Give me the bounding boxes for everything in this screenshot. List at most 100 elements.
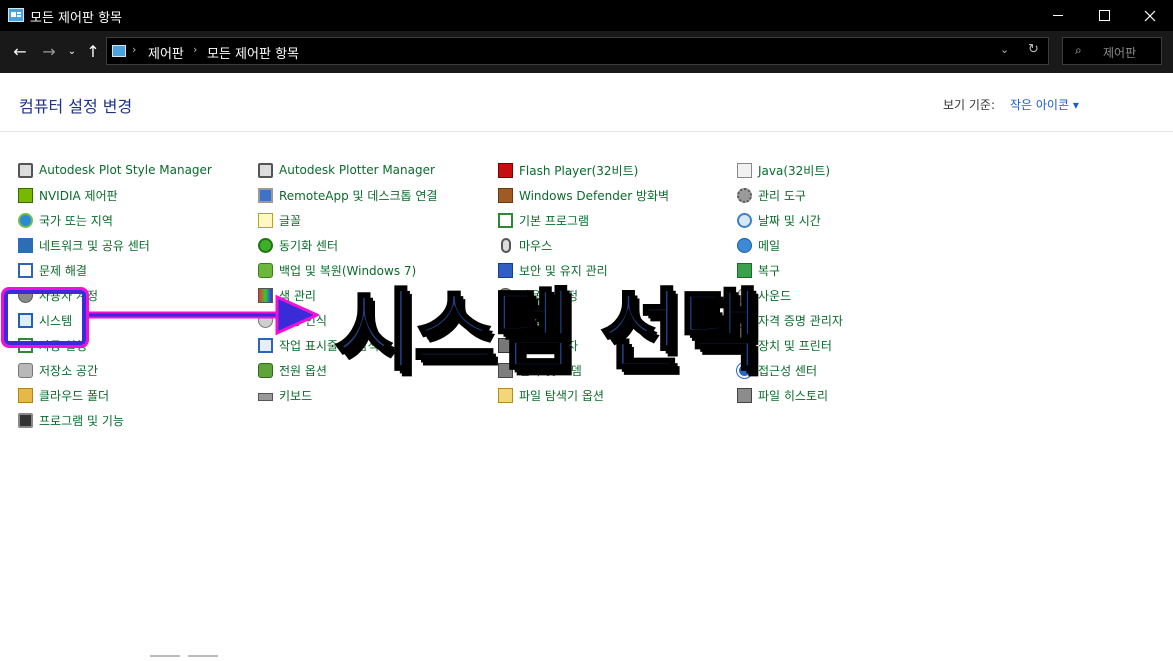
search-placeholder: 제어판	[1103, 46, 1137, 60]
flash-icon	[498, 162, 513, 178]
network-icon	[18, 237, 33, 253]
control-panel-item[interactable]: 메일	[737, 235, 780, 255]
control-panel-item-label: 자격 증명 관리자	[758, 313, 843, 328]
highlight-box	[4, 290, 86, 345]
control-panel-item-label: 키보드	[279, 388, 313, 403]
control-panel-item[interactable]: 국가 또는 지역	[18, 210, 113, 230]
control-panel-item[interactable]: Java(32비트)	[737, 160, 830, 180]
default-icon	[498, 212, 513, 228]
control-panel-item[interactable]: 글꼴	[258, 210, 301, 230]
pointer-arrow-icon	[89, 294, 319, 336]
control-panel-item-label: Autodesk Plot Style Manager	[39, 163, 212, 177]
control-panel-item-label: Windows Defender 방화벽	[519, 188, 670, 203]
plot-icon	[258, 162, 273, 178]
control-panel-item[interactable]: 파일 탐색기 옵션	[498, 385, 604, 405]
power-icon	[258, 362, 273, 378]
control-panel-item[interactable]: 저장소 공간	[18, 360, 98, 380]
annotation-text: 시스템 선택	[333, 278, 761, 384]
explorer-icon	[498, 387, 513, 403]
plot-icon	[18, 162, 33, 178]
address-toolbar: ← → ⌄ ↑ › 제어판 › 모든 제어판 항목 ⌄ ↻ ⌕ 제어판	[0, 31, 1173, 73]
minimize-icon	[1053, 15, 1063, 16]
mail-icon	[737, 237, 752, 253]
control-panel-item[interactable]: 동기화 센터	[258, 235, 338, 255]
view-by-dropdown[interactable]: 작은 아이콘 ▾	[1010, 96, 1079, 113]
control-panel-item-label: 저장소 공간	[39, 363, 99, 378]
control-panel-item-label: 프로그램 및 기능	[39, 413, 124, 428]
control-panel-item[interactable]: 키보드	[258, 385, 312, 405]
control-panel-item-label: Java(32비트)	[758, 163, 831, 178]
control-panel-item[interactable]: RemoteApp 및 데스크톱 연결	[258, 185, 437, 205]
mouse-icon	[501, 237, 511, 253]
page-title: 컴퓨터 설정 변경	[19, 97, 133, 116]
control-panel-item[interactable]: 클라우드 폴더	[18, 385, 109, 405]
history-icon	[737, 387, 752, 403]
nvidia-icon	[18, 187, 33, 203]
control-panel-item-label: 사운드	[758, 288, 792, 303]
control-panel-item-label: 글꼴	[279, 213, 302, 228]
back-button[interactable]: ←	[9, 39, 31, 63]
control-panel-item-label: 기본 프로그램	[519, 213, 590, 228]
font-icon	[258, 212, 273, 228]
folder-icon	[18, 387, 33, 403]
close-button[interactable]	[1127, 0, 1173, 31]
control-panel-item[interactable]: 관리 도구	[737, 185, 806, 205]
up-arrow-icon: ↑	[86, 41, 100, 61]
refresh-icon[interactable]: ↻	[1028, 42, 1039, 57]
search-icon: ⌕	[1075, 43, 1082, 57]
search-box[interactable]: ⌕ 제어판	[1062, 37, 1162, 65]
control-panel-item[interactable]: 파일 히스토리	[737, 385, 828, 405]
title-bar: 모든 제어판 항목	[0, 0, 1173, 31]
control-panel-item-label: Autodesk Plotter Manager	[279, 163, 435, 177]
control-panel-item-label: 네트워크 및 공유 센터	[39, 238, 150, 253]
breadcrumb-control-panel[interactable]: 제어판	[148, 43, 184, 62]
control-panel-item-label: RemoteApp 및 데스크톱 연결	[279, 188, 438, 203]
control-panel-item-label: 파일 탐색기 옵션	[519, 388, 604, 403]
control-panel-item[interactable]: Autodesk Plot Style Manager	[18, 160, 212, 180]
control-panel-item[interactable]: NVIDIA 제어판	[18, 185, 118, 205]
control-panel-item[interactable]: Flash Player(32비트)	[498, 160, 638, 180]
control-panel-item-label: 장치 및 프린터	[758, 338, 832, 353]
sync-icon	[258, 237, 273, 253]
control-panel-item[interactable]: 마우스	[498, 235, 552, 255]
address-bar[interactable]: › 제어판 › 모든 제어판 항목 ⌄ ↻	[106, 37, 1049, 65]
address-dropdown-icon[interactable]: ⌄	[1000, 43, 1009, 56]
breadcrumb-separator-icon: ›	[132, 43, 137, 56]
forward-button[interactable]: →	[38, 39, 60, 63]
control-panel-item-label: 날짜 및 시간	[758, 213, 821, 228]
control-panel-item-label: 전원 옵션	[279, 363, 327, 378]
close-icon	[1144, 10, 1156, 21]
view-by-label: 보기 기준:	[943, 98, 996, 112]
control-panel-icon	[112, 45, 126, 57]
control-panel-item[interactable]: Windows Defender 방화벽	[498, 185, 669, 205]
up-button[interactable]: ↑	[82, 39, 104, 63]
control-panel-item-label: 클라우드 폴더	[39, 388, 110, 403]
control-panel-item-label: 국가 또는 지역	[39, 213, 113, 228]
control-panel-item[interactable]: Autodesk Plotter Manager	[258, 160, 435, 180]
maximize-button[interactable]	[1081, 0, 1127, 31]
window-title: 모든 제어판 항목	[30, 11, 122, 26]
control-panel-item-label: 동기화 센터	[279, 238, 339, 253]
breadcrumb-all-items[interactable]: 모든 제어판 항목	[207, 43, 299, 62]
breadcrumb-separator-icon: ›	[193, 43, 198, 56]
control-panel-item[interactable]: 네트워크 및 공유 센터	[18, 235, 150, 255]
control-panel-item[interactable]: 프로그램 및 기능	[18, 410, 124, 430]
keyboard-icon	[258, 392, 273, 401]
backup-icon	[258, 262, 273, 278]
minimize-button[interactable]	[1035, 0, 1081, 31]
control-panel-item-label: 파일 히스토리	[758, 388, 829, 403]
control-panel-item-label: Flash Player(32비트)	[519, 163, 639, 178]
clock-icon	[737, 212, 752, 228]
control-panel-item[interactable]: 날짜 및 시간	[737, 210, 821, 230]
globe-icon	[18, 212, 33, 228]
recent-locations-button[interactable]: ⌄	[64, 39, 80, 63]
control-panel-icon	[8, 8, 24, 22]
control-panel-item-label: 관리 도구	[758, 188, 806, 203]
java-icon	[737, 162, 752, 178]
control-panel-item[interactable]: 전원 옵션	[258, 360, 327, 380]
remote-icon	[258, 187, 273, 203]
header-divider	[0, 131, 1173, 132]
control-panel-item[interactable]: 기본 프로그램	[498, 210, 589, 230]
defender-icon	[498, 187, 513, 203]
control-panel-item[interactable]: 문제 해결	[18, 260, 87, 280]
